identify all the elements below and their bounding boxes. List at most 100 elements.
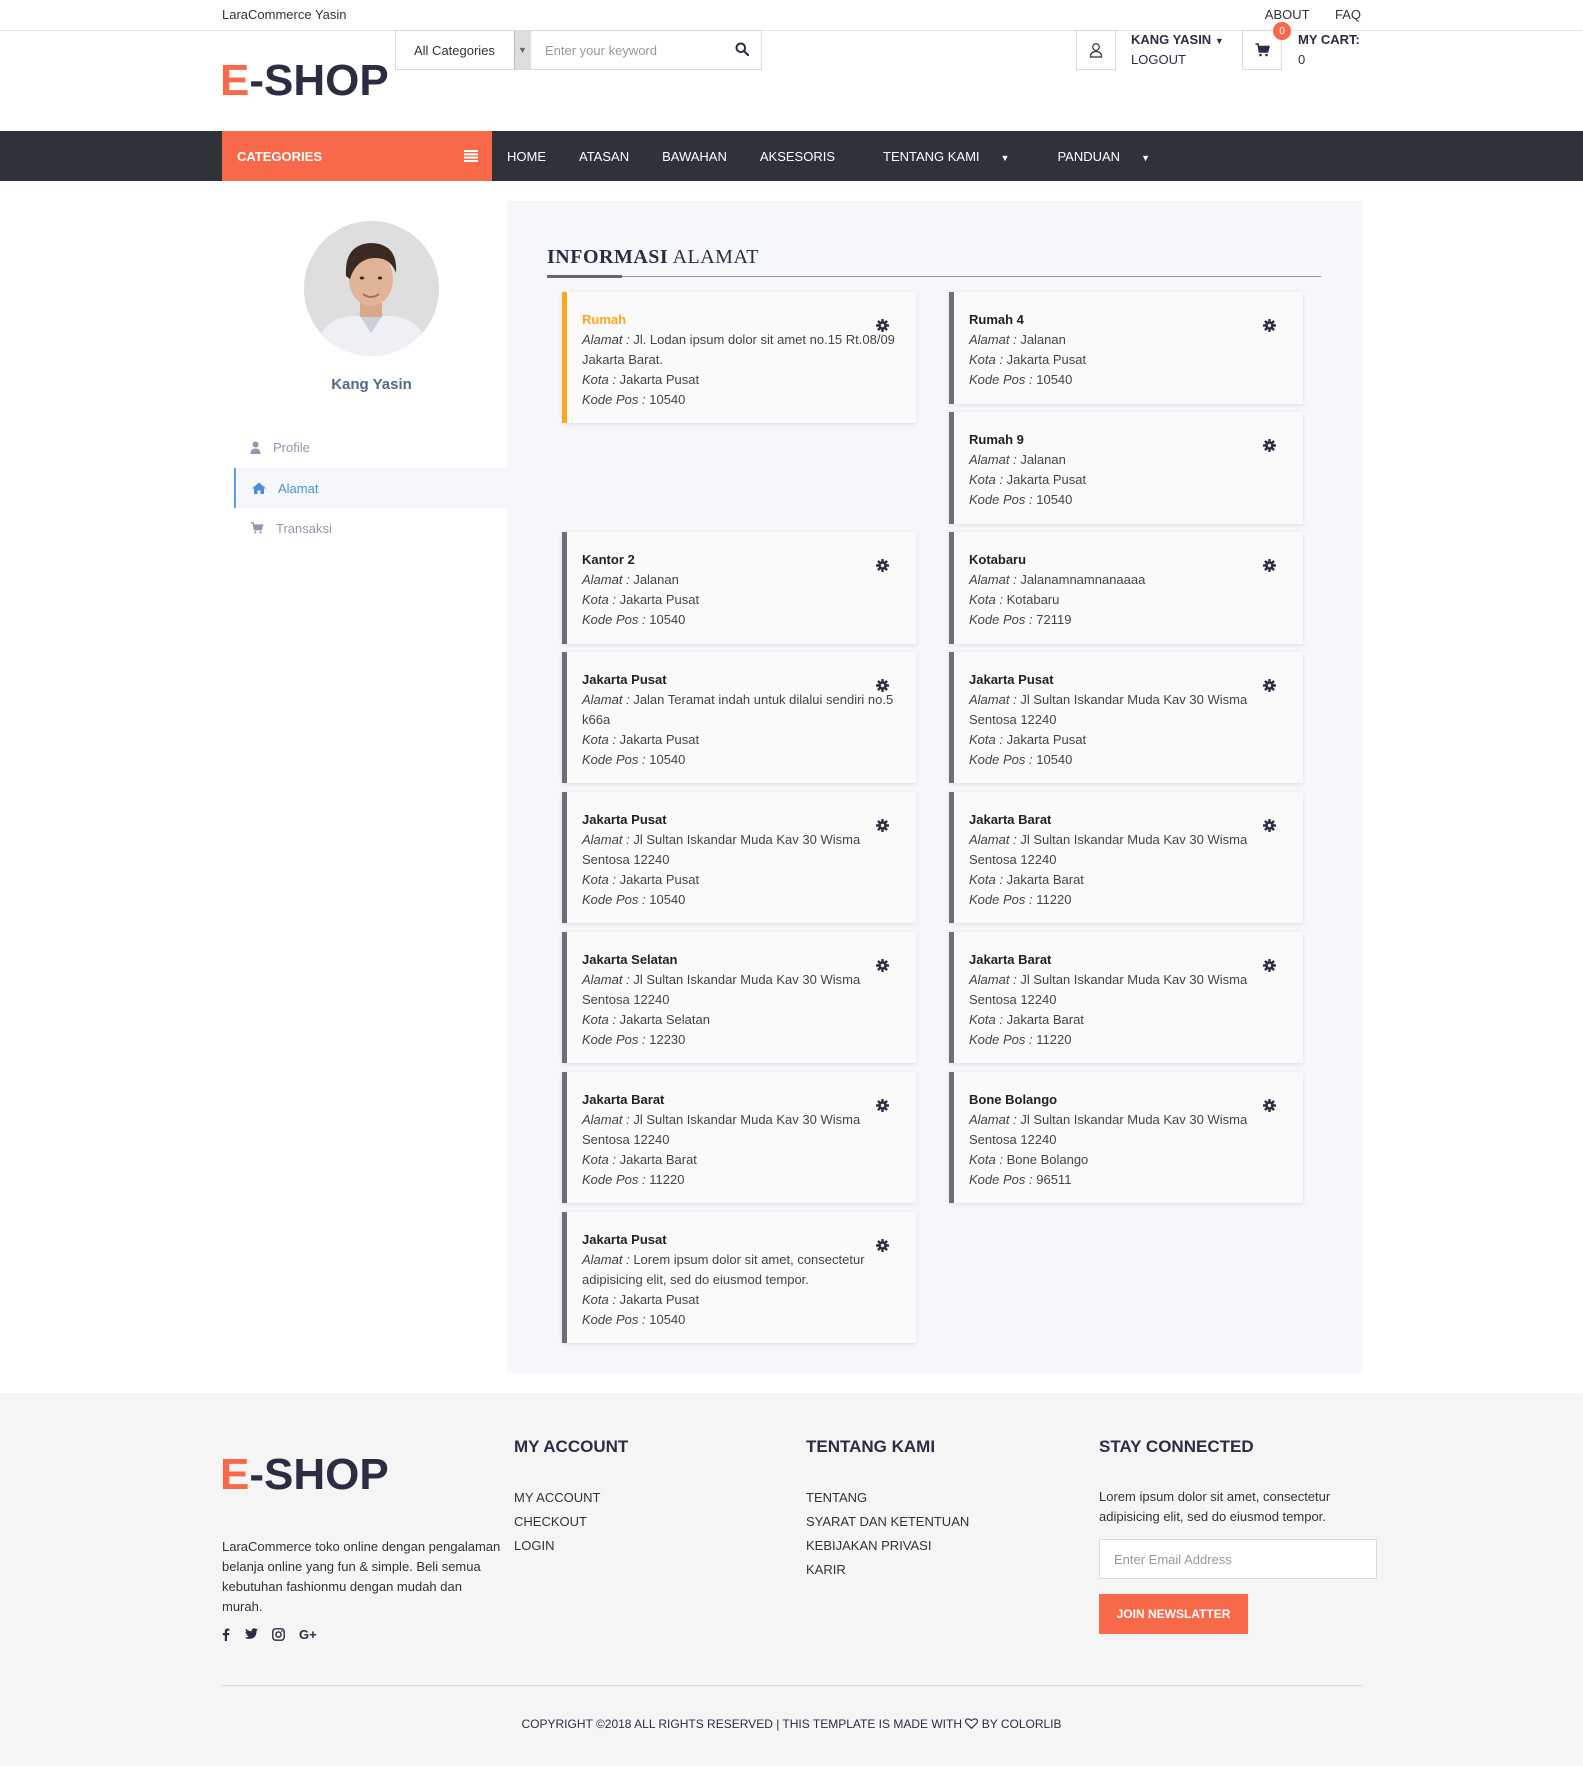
address-city: Kota : Jakarta Pusat (582, 732, 700, 747)
address-card: Jakarta Pusat Alamat : Jl Sultan Iskandar… (562, 792, 916, 923)
address-street: Alamat : Jl Sultan Iskandar Muda Kav 30 … (969, 1112, 1248, 1147)
address-street: Alamat : Jl Sultan Iskandar Muda Kav 30 … (969, 972, 1248, 1007)
address-street: Alamat : Jalan Teramat indah untuk dilal… (582, 692, 894, 727)
address-postcode: Kode Pos : 10540 (582, 752, 686, 767)
sidebar-item-profile[interactable]: Profile (234, 427, 507, 467)
logout-link[interactable]: LOGOUT (1131, 52, 1186, 67)
site-logo[interactable]: E-SHOP (220, 56, 389, 106)
address-street: Alamat : Jl Sultan Iskandar Muda Kav 30 … (969, 692, 1248, 727)
address-card: Jakarta Barat Alamat : Jl Sultan Iskandar… (949, 792, 1303, 923)
address-postcode: Kode Pos : 96511 (969, 1172, 1072, 1187)
gear-icon[interactable] (876, 1238, 889, 1258)
footer-link-my-account[interactable]: MY ACCOUNT (514, 1490, 600, 1514)
gear-icon[interactable] (876, 318, 889, 338)
address-card: Rumah 4 Alamat : Jalanan Kota : Jakarta Pu… (949, 292, 1303, 404)
sidebar-item-alamat[interactable]: Alamat (234, 468, 507, 508)
address-card: Rumah 9 Alamat : Jalanan Kota : Jakarta Pu… (949, 412, 1303, 524)
faq-link[interactable]: FAQ (1335, 7, 1361, 22)
footer-link-syarat[interactable]: SYARAT DAN KETENTUAN (806, 1514, 969, 1538)
address-name: Jakarta Barat (582, 1092, 665, 1107)
top-bar: LaraCommerce Yasin ABOUT FAQ (0, 0, 1583, 31)
address-name: Jakarta Selatan (582, 952, 678, 967)
address-postcode: Kode Pos : 10540 (582, 612, 686, 627)
address-street: Alamat : Jl Sultan Iskandar Muda Kav 30 … (582, 832, 861, 867)
nav-home[interactable]: HOME (507, 149, 546, 164)
gear-icon[interactable] (1263, 438, 1276, 458)
address-street: Alamat : Jalanan (969, 332, 1066, 347)
gear-icon[interactable] (876, 958, 889, 978)
nav-aksesoris[interactable]: AKSESORIS (760, 149, 835, 164)
footer-link-checkout[interactable]: CHECKOUT (514, 1514, 600, 1538)
gear-icon[interactable] (1263, 318, 1276, 338)
address-name: Rumah 4 (969, 312, 1024, 327)
address-postcode: Kode Pos : 11220 (582, 1172, 685, 1187)
footer-my-account-links: MY ACCOUNT CHECKOUT LOGIN (514, 1490, 600, 1562)
footer-link-privasi[interactable]: KEBIJAKAN PRIVASI (806, 1538, 969, 1562)
facebook-icon[interactable] (222, 1628, 230, 1641)
search-input[interactable]: Enter your keyword (531, 31, 761, 69)
address-name: Jakarta Barat (969, 812, 1052, 827)
account-button[interactable] (1076, 30, 1116, 70)
nav-tentang-kami[interactable]: TENTANG KAMI ▼ (868, 149, 1009, 164)
newsletter-text: Lorem ipsum dolor sit amet, consectetur … (1099, 1489, 1331, 1524)
search-icon[interactable] (735, 42, 750, 59)
categories-toggle[interactable]: CATEGORIES (222, 131, 492, 181)
address-postcode: Kode Pos : 12230 (582, 1032, 686, 1047)
address-city: Kota : Jakarta Barat (969, 872, 1084, 887)
join-newsletter-button[interactable]: JOIN NEWSLATTER (1099, 1594, 1248, 1634)
address-street: Alamat : Jl. Lodan ipsum dolor sit amet … (582, 332, 895, 367)
gear-icon[interactable] (876, 678, 889, 698)
google-plus-icon[interactable]: G+ (299, 1628, 317, 1641)
address-name: Kantor 2 (582, 552, 635, 567)
cart-icon (251, 522, 264, 534)
profile-name: Kang Yasin (331, 376, 412, 393)
avatar (304, 221, 439, 356)
footer-link-tentang[interactable]: TENTANG (806, 1490, 969, 1514)
instagram-icon[interactable] (272, 1628, 285, 1641)
address-card: Kantor 2 Alamat : Jalanan Kota : Jakarta P… (562, 532, 916, 644)
address-card: Jakarta Barat Alamat : Jl Sultan Iskandar… (949, 932, 1303, 1063)
gear-icon[interactable] (1263, 818, 1276, 838)
gear-icon[interactable] (1263, 1098, 1276, 1118)
address-name: Bone Bolango (969, 1092, 1058, 1107)
address-city: Kota : Jakarta Pusat (582, 872, 700, 887)
gear-icon[interactable] (1263, 958, 1276, 978)
cart-label: MY CART: (1298, 32, 1360, 47)
address-postcode: Kode Pos : 72119 (969, 612, 1072, 627)
caret-down-icon: ▼ (1214, 36, 1224, 46)
sidebar-item-transaksi[interactable]: Transaksi (234, 508, 507, 548)
address-postcode: Kode Pos : 10540 (969, 492, 1073, 507)
address-city: Kota : Kotabaru (969, 592, 1060, 607)
nav-atasan[interactable]: ATASAN (579, 149, 629, 164)
newsletter-email-input[interactable]: Enter Email Address (1099, 1539, 1377, 1579)
footer-logo[interactable]: E-SHOP (220, 1450, 389, 1500)
search-category-select[interactable]: All Categories ▼ (396, 31, 531, 69)
cart-count-badge: 0 (1273, 22, 1291, 40)
main-nav: CATEGORIES HOME ATASAN BAWAHAN AKSESORIS… (0, 131, 1583, 181)
address-card: Jakarta Selatan Alamat : Jl Sultan Iskand… (562, 932, 916, 1063)
address-card: Jakarta Pusat Alamat : Jalan Teramat inda… (562, 652, 916, 783)
twitter-icon[interactable] (244, 1628, 258, 1640)
user-outline-icon (1089, 43, 1103, 58)
gear-icon[interactable] (876, 558, 889, 578)
address-city: Kota : Jakarta Pusat (582, 1292, 700, 1307)
gear-icon[interactable] (1263, 678, 1276, 698)
cart-total: 0 (1298, 52, 1306, 67)
address-street: Alamat : Lorem ipsum dolor sit amet, con… (582, 1252, 865, 1287)
nav-panduan[interactable]: PANDUAN ▼ (1042, 149, 1150, 164)
address-card: Jakarta Pusat Alamat : Jl Sultan Iskandar… (949, 652, 1303, 783)
about-link[interactable]: ABOUT (1265, 7, 1310, 22)
gear-icon[interactable] (876, 818, 889, 838)
address-card: Bone Bolango Alamat : Jl Sultan Iskandar … (949, 1072, 1303, 1203)
account-name[interactable]: KANG YASIN ▼ (1131, 32, 1224, 47)
gear-icon[interactable] (1263, 558, 1276, 578)
title-divider (547, 276, 1321, 277)
nav-bawahan[interactable]: BAWAHAN (662, 149, 727, 164)
address-name: Jakarta Pusat (582, 1232, 667, 1247)
chevron-down-icon[interactable]: ▼ (514, 31, 530, 69)
footer-link-karir[interactable]: KARIR (806, 1562, 969, 1586)
footer-link-login[interactable]: LOGIN (514, 1538, 600, 1562)
gear-icon[interactable] (876, 1098, 889, 1118)
search-bar: All Categories ▼ Enter your keyword (395, 30, 762, 70)
address-postcode: Kode Pos : 10540 (582, 392, 686, 407)
